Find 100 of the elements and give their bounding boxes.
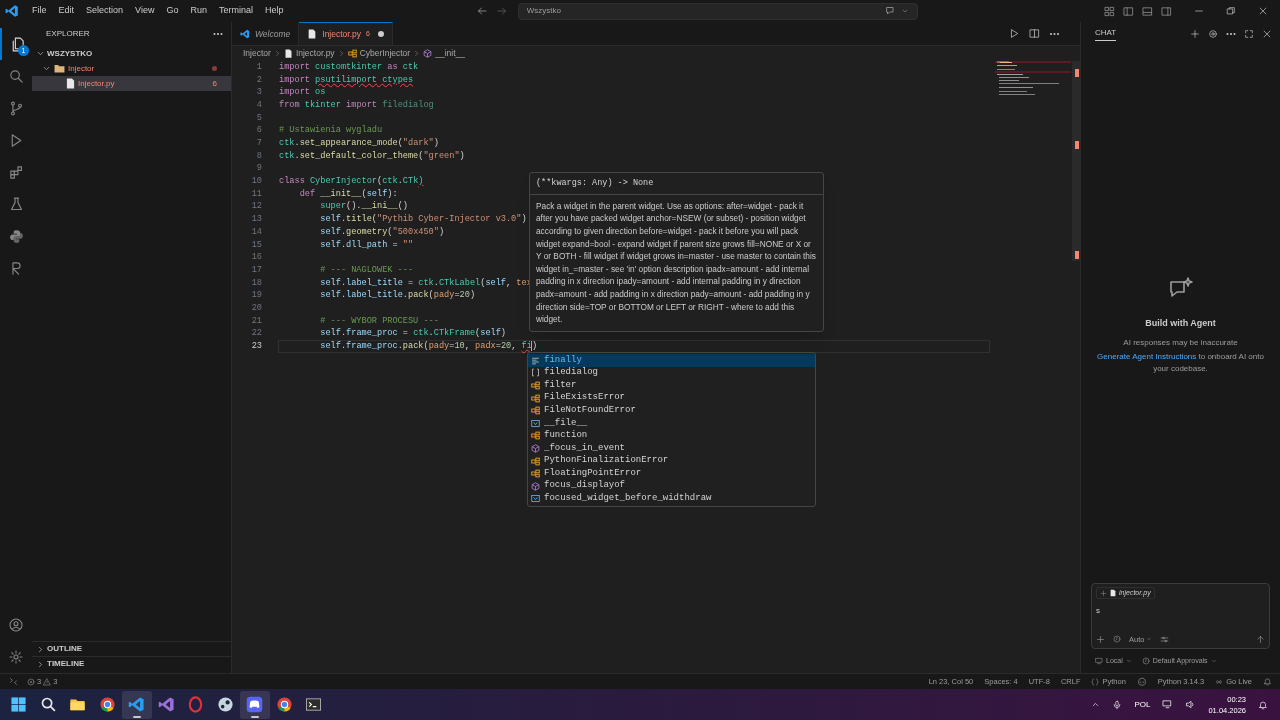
chevron-down-icon[interactable] xyxy=(36,49,45,58)
new-chat-icon[interactable] xyxy=(1190,29,1200,39)
code-line: # Ustawienia wygladu xyxy=(279,124,383,138)
bell-icon[interactable] xyxy=(1263,677,1272,686)
toggle-panel-icon[interactable] xyxy=(1142,5,1153,17)
toggle-sidebar-icon[interactable] xyxy=(1123,5,1134,17)
close-icon[interactable] xyxy=(1258,6,1268,16)
vscode-logo-icon xyxy=(240,29,250,39)
breadcrumb-item[interactable]: CyberInjector xyxy=(359,47,411,60)
code-line: ctk.set_appearance_mode("dark") xyxy=(279,137,439,150)
suggestion-item[interactable]: FileExistsError xyxy=(528,391,815,405)
suggestion-item[interactable]: filedialog xyxy=(528,366,815,380)
command-search-field[interactable]: Wszystko xyxy=(517,2,918,20)
suggestion-item[interactable]: function xyxy=(528,429,815,443)
chevron-up-icon[interactable] xyxy=(1091,700,1101,709)
menu-item[interactable]: View xyxy=(129,4,161,18)
browser-icon[interactable] xyxy=(275,696,293,713)
suggestion-item[interactable]: __file__ xyxy=(528,416,815,430)
more-actions-icon[interactable] xyxy=(1049,31,1060,36)
breadcrumb-item[interactable]: __init__ xyxy=(435,47,465,60)
sidebar-title: EXPLORER xyxy=(46,28,91,40)
menu-item[interactable]: Go xyxy=(160,4,185,18)
browser-icon[interactable] xyxy=(98,696,116,713)
file-tree-item[interactable]: Injector.py 6 xyxy=(32,76,231,91)
terminal-icon[interactable] xyxy=(305,696,323,713)
line-number: 19 xyxy=(250,289,262,303)
breadcrumb-item[interactable]: Injector.py xyxy=(295,47,335,60)
file-tree-item[interactable]: Injector xyxy=(32,61,231,76)
problem-count: 6 xyxy=(212,77,217,90)
network-icon[interactable] xyxy=(1162,699,1174,710)
suggestion-item[interactable]: filter xyxy=(528,379,815,392)
close-icon[interactable] xyxy=(1262,29,1272,39)
line-number: 20 xyxy=(250,301,262,315)
extensions-icon[interactable] xyxy=(7,163,25,181)
code-line: import psutilimport ctypes xyxy=(279,73,414,87)
suggestion-item[interactable]: FloatingPointError xyxy=(528,467,815,480)
code-line: # --- NAGLOWEK --- xyxy=(319,263,414,277)
python-icon[interactable] xyxy=(7,227,25,245)
panel-title[interactable]: CHAT xyxy=(1095,27,1117,41)
line-number: 3 xyxy=(255,86,262,100)
menu-item[interactable]: Terminal xyxy=(212,4,259,18)
split-editor-icon[interactable] xyxy=(1029,28,1040,39)
settings-icon[interactable] xyxy=(8,649,24,665)
breadcrumb-item[interactable]: Injector xyxy=(243,47,271,60)
suggestion-item[interactable]: finally xyxy=(528,354,815,367)
more-actions-button[interactable] xyxy=(213,32,223,36)
notification-bell-icon[interactable] xyxy=(1258,699,1268,710)
input-language[interactable]: POL xyxy=(1134,698,1151,711)
section-header[interactable]: TIMELINE xyxy=(32,656,231,671)
caret-icon[interactable] xyxy=(900,7,909,15)
sliders-icon[interactable] xyxy=(1160,634,1170,644)
customize-layout-icon[interactable] xyxy=(1104,5,1115,17)
maximize-icon[interactable] xyxy=(1244,29,1254,39)
more-actions-icon[interactable] xyxy=(1226,32,1236,36)
add-icon[interactable] xyxy=(1096,634,1105,644)
copilot-icon[interactable] xyxy=(1136,677,1147,686)
menu-item[interactable]: Run xyxy=(184,4,213,18)
account-icon[interactable] xyxy=(8,617,24,633)
game-controller-icon[interactable] xyxy=(246,696,264,713)
empty-state-title: Build with Agent xyxy=(1145,317,1216,330)
broadcast-icon xyxy=(1215,677,1224,686)
toggle-secondary-sidebar-icon[interactable] xyxy=(1161,5,1172,17)
suggestion-item[interactable]: PythonFinalizationError xyxy=(528,454,815,468)
cube-icon xyxy=(531,443,540,453)
microphone-icon[interactable] xyxy=(1112,699,1123,710)
class-icon xyxy=(531,431,540,441)
scrollbar[interactable] xyxy=(1072,61,1080,261)
menu-item[interactable]: Selection xyxy=(80,4,130,18)
menu-item[interactable]: File xyxy=(26,4,53,18)
clock-icon[interactable] xyxy=(1113,635,1121,644)
suggestion-item[interactable]: _focus_in_event xyxy=(528,442,815,455)
ide-icon[interactable] xyxy=(157,696,175,713)
instructions-link[interactable]: Generate Agent Instructions xyxy=(1097,351,1197,361)
volume-icon[interactable] xyxy=(1185,699,1197,710)
suggestion-item[interactable]: focused_widget_before_widthdraw xyxy=(528,492,815,506)
code-line: class CyberInjector(ctk.CTk) xyxy=(279,175,424,188)
ring-icon[interactable] xyxy=(187,696,205,713)
suggestion-item[interactable]: FileNotFoundError xyxy=(528,404,815,417)
variable-icon xyxy=(531,418,540,428)
menu-item[interactable]: Help xyxy=(258,4,290,18)
remote-icon[interactable] xyxy=(9,677,18,686)
restore-icon[interactable] xyxy=(1226,6,1236,16)
search-icon[interactable] xyxy=(39,696,57,713)
suggestion-item[interactable]: focus_displayof xyxy=(528,479,815,493)
minimap[interactable] xyxy=(995,61,1071,97)
steam-icon[interactable] xyxy=(216,696,234,713)
code-line: self.geometry("500x450") xyxy=(319,225,445,239)
back-arrow-icon[interactable] xyxy=(475,5,488,17)
settings-icon[interactable] xyxy=(1208,29,1218,39)
code-editor-icon[interactable] xyxy=(128,696,146,713)
send-arrow-icon[interactable] xyxy=(1256,634,1265,644)
line-number: 9 xyxy=(255,162,262,176)
line-number: 23 xyxy=(250,340,262,353)
menu-item[interactable]: Edit xyxy=(52,4,81,18)
line-number: 18 xyxy=(250,276,262,290)
code-line: self.title("Pythib Cyber-Injector v3.0") xyxy=(319,213,527,227)
run-icon[interactable] xyxy=(1009,28,1020,39)
workspace-root[interactable]: WSZYSTKO xyxy=(47,47,93,60)
windows-logo-icon[interactable] xyxy=(10,696,28,713)
section-header[interactable]: OUTLINE xyxy=(32,641,231,656)
